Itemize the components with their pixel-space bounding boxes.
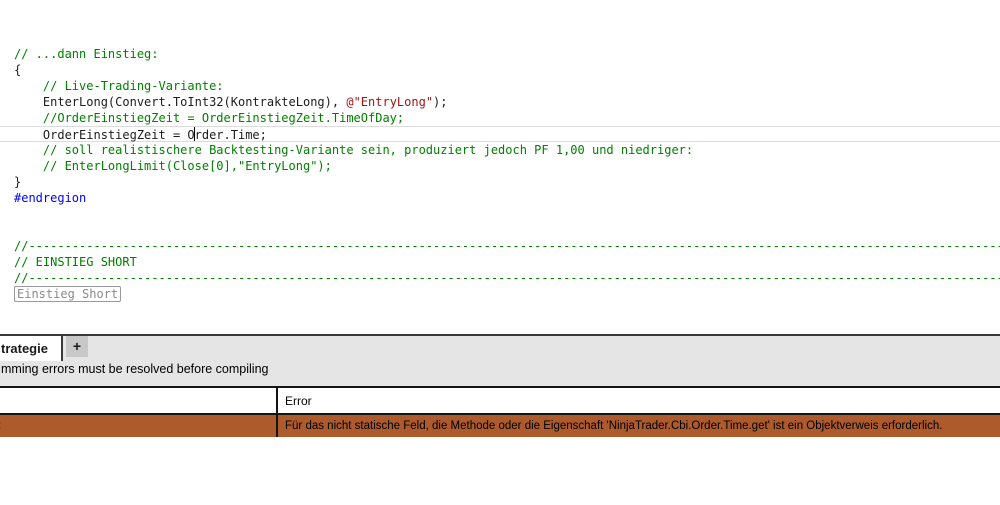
code-text: //--------------------------------------… xyxy=(14,271,1000,285)
code-line[interactable] xyxy=(14,222,1000,238)
error-row-message-cell: Für das nicht statische Feld, die Method… xyxy=(285,420,943,432)
code-lines-container: // ...dann Einstieg: { // Live-Trading-Va… xyxy=(0,46,1000,334)
error-row-file-cell: : xyxy=(0,415,278,437)
code-text: ); xyxy=(433,95,448,109)
code-text: // EINSTIEG SHORT xyxy=(14,255,137,269)
code-text: { xyxy=(14,63,22,77)
code-line[interactable]: //--------------------------------------… xyxy=(14,270,1000,286)
code-line[interactable]: Einstieg Short xyxy=(14,286,1000,302)
tab-strategie[interactable]: trategie xyxy=(0,336,63,361)
plus-icon: + xyxy=(72,338,82,354)
code-text: // EnterLongLimit(Close[0],"EntryLong"); xyxy=(14,159,332,173)
code-text: // Live-Trading-Variante: xyxy=(14,79,224,93)
code-text: // ...dann Einstieg: xyxy=(14,47,159,61)
code-line[interactable]: // ...dann Einstieg: xyxy=(14,46,1000,62)
code-editor[interactable]: // ...dann Einstieg: { // Live-Trading-Va… xyxy=(0,0,1000,334)
code-text: //--------------------------------------… xyxy=(14,239,1000,253)
code-text: //OrderEinstiegZeit = OrderEinstiegZeit.… xyxy=(14,111,405,125)
code-text: OrderEinstiegZeit = O xyxy=(14,128,195,142)
ninjascript-editor-window: // ...dann Einstieg: { // Live-Trading-Va… xyxy=(0,0,1000,505)
code-line[interactable] xyxy=(14,206,1000,222)
code-text: // soll realistischere Backtesting-Varia… xyxy=(14,143,694,157)
bottom-panel: trategie + mming errors must be resolved… xyxy=(0,334,1000,505)
code-text: rder.Time; xyxy=(194,128,267,142)
error-row[interactable]: : Für das nicht statische Feld, die Meth… xyxy=(0,415,1000,437)
code-line[interactable]: { xyxy=(14,62,1000,78)
code-text: } xyxy=(14,175,22,189)
tab-strip-and-status: trategie + mming errors must be resolved… xyxy=(0,336,1000,386)
code-text: EnterLong(Convert.ToInt32(KontrakteLong)… xyxy=(14,95,347,109)
new-tab-button[interactable]: + xyxy=(66,336,88,357)
code-line[interactable]: } xyxy=(14,174,1000,190)
code-text: #endregion xyxy=(14,191,87,205)
code-line[interactable]: // Live-Trading-Variante: xyxy=(14,78,1000,94)
clipped-text-fragment: : xyxy=(0,420,1,432)
compile-status-message: mming errors must be resolved before com… xyxy=(1,362,269,376)
error-column-header[interactable]: Error xyxy=(278,388,1000,413)
code-text: @"EntryLong" xyxy=(346,95,434,109)
code-line[interactable]: //OrderEinstiegZeit = OrderEinstiegZeit.… xyxy=(14,110,1000,126)
code-line[interactable]: #endregion xyxy=(14,190,1000,206)
code-line[interactable] xyxy=(14,302,1000,318)
code-line[interactable]: //--------------------------------------… xyxy=(14,238,1000,254)
current-code-line[interactable]: OrderEinstiegZeit = Order.Time; xyxy=(0,126,1000,142)
code-line[interactable]: // EINSTIEG SHORT xyxy=(14,254,1000,270)
file-column-header[interactable] xyxy=(0,388,278,413)
code-line[interactable] xyxy=(14,318,1000,334)
collapsed-region-box[interactable]: Einstieg Short xyxy=(14,286,122,302)
error-table-header: Error xyxy=(0,386,1000,415)
code-line[interactable]: // soll realistischere Backtesting-Varia… xyxy=(14,142,1000,158)
code-line[interactable]: // EnterLongLimit(Close[0],"EntryLong"); xyxy=(14,158,1000,174)
code-line[interactable]: EnterLong(Convert.ToInt32(KontrakteLong)… xyxy=(14,94,1000,110)
tab-strategie-label: trategie xyxy=(1,341,48,356)
